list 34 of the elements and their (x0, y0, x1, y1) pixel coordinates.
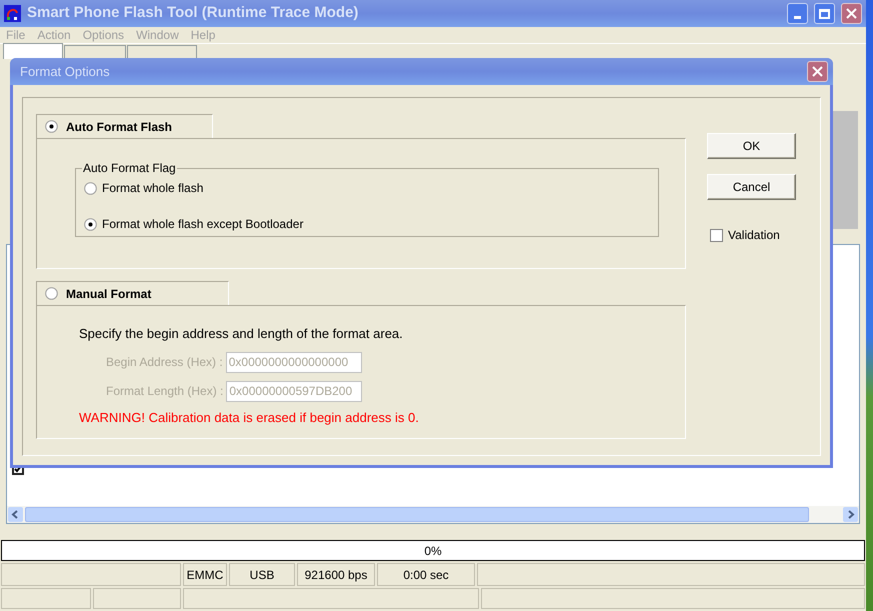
maximize-button[interactable] (814, 3, 835, 24)
status-cell: 0:00 sec (377, 563, 475, 586)
radio-button[interactable] (45, 120, 58, 133)
tab[interactable] (127, 45, 197, 59)
status-cell: 921600 bps (297, 563, 375, 586)
scroll-left-icon[interactable] (8, 507, 23, 522)
radio-button[interactable] (45, 287, 58, 300)
dialog-title: Format Options (20, 62, 111, 81)
warning-text: WARNING! Calibration data is erased if begin address is 0. (79, 408, 420, 427)
scroll-right-icon[interactable] (843, 507, 858, 522)
close-button[interactable] (807, 61, 828, 82)
field-label: Begin Address (Hex) : (106, 354, 223, 371)
radio-button[interactable] (84, 218, 97, 230)
dialog-button[interactable]: OK (707, 133, 796, 159)
radio-label[interactable]: Format whole flash (102, 179, 204, 197)
status-cell: USB (229, 563, 295, 586)
status-cell: EMMC (183, 563, 227, 586)
description-text: Specify the begin address and length of the format area. (79, 325, 404, 343)
checkbox-label[interactable]: Validation (728, 226, 780, 244)
group-title: Auto Format Flag (82, 160, 177, 177)
radio-button[interactable] (84, 182, 97, 194)
app-icon (4, 5, 21, 22)
progress-text: 0% (423, 542, 443, 560)
radio-label[interactable]: Format whole flash except Bootloader (102, 215, 304, 233)
tab[interactable] (3, 43, 63, 59)
dialog-button[interactable]: Cancel (707, 174, 796, 200)
checkbox[interactable] (710, 228, 723, 242)
window-title: Smart Phone Flash Tool (Runtime Trace Mode) (27, 3, 360, 24)
minimize-button[interactable] (787, 3, 808, 24)
field-label: Format Length (Hex) : (106, 383, 224, 400)
close-icon (846, 8, 857, 19)
close-button[interactable] (841, 3, 862, 24)
tab[interactable] (64, 45, 126, 59)
close-icon (812, 66, 823, 77)
